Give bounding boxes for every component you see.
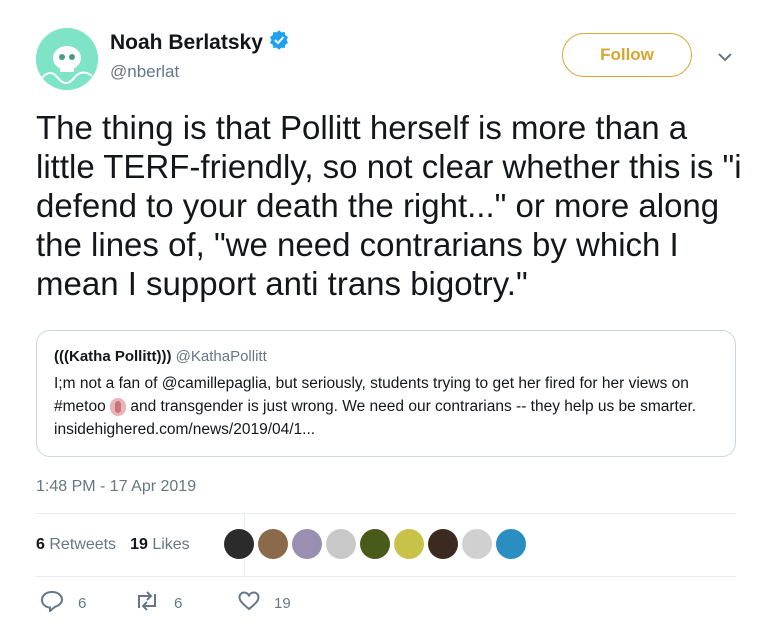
liker-avatar[interactable] (428, 529, 458, 559)
liker-avatar[interactable] (496, 529, 526, 559)
author-avatar[interactable] (36, 28, 98, 90)
liker-avatar[interactable] (292, 529, 322, 559)
reply-count: 6 (78, 594, 87, 612)
heart-icon (238, 591, 274, 615)
tweet-text: The thing is that Pollitt herself is mor… (36, 109, 742, 302)
quoted-tweet-text: I;m not a fan of @camillepaglia, but ser… (54, 372, 719, 441)
liker-avatar[interactable] (462, 529, 492, 559)
liker-avatar[interactable] (394, 529, 424, 559)
likes-count: 19 (130, 536, 148, 553)
quoted-author-name: (((Katha Pollitt))) (54, 348, 172, 365)
quoted-author-handle: @KathaPollitt (175, 348, 267, 365)
likes-label: Likes (152, 536, 190, 553)
likes-stat[interactable]: 19 Likes (130, 536, 190, 554)
follow-button[interactable]: Follow (562, 33, 692, 77)
retweets-count: 6 (36, 536, 45, 553)
divider (36, 576, 736, 577)
retweet-action[interactable]: 6 (134, 591, 238, 615)
chevron-down-icon[interactable] (716, 50, 734, 64)
retweets-stat[interactable]: 6 Retweets (36, 536, 116, 554)
like-count: 19 (274, 594, 291, 612)
author-handle[interactable]: @nberlat (110, 62, 179, 82)
retweet-count: 6 (174, 594, 183, 612)
tweet-stats: 6 Retweets 19 Likes (36, 514, 736, 576)
author-name[interactable]: Noah Berlatsky (110, 30, 289, 56)
reply-action[interactable]: 6 (40, 590, 134, 616)
liker-avatar[interactable] (360, 529, 390, 559)
liker-avatars (224, 529, 526, 559)
tweet-timestamp[interactable]: 1:48 PM - 17 Apr 2019 (36, 478, 196, 496)
like-action[interactable]: 19 (238, 591, 291, 615)
liker-avatar[interactable] (258, 529, 288, 559)
emoji-icon (110, 397, 127, 416)
author-name-text[interactable]: Noah Berlatsky (110, 31, 263, 55)
quoted-tweet[interactable]: (((Katha Pollitt))) @KathaPollitt I;m no… (36, 330, 736, 457)
liker-avatar[interactable] (224, 529, 254, 559)
quoted-tweet-header: (((Katha Pollitt))) @KathaPollitt (54, 347, 719, 367)
quoted-text-part2: and transgender is just wrong. We need o… (54, 398, 697, 438)
verified-badge-icon (269, 30, 289, 56)
tweet-actions: 6 6 19 (36, 590, 291, 616)
retweets-label: Retweets (49, 536, 117, 553)
retweet-icon (134, 591, 174, 615)
reply-icon (40, 590, 78, 616)
liker-avatar[interactable] (326, 529, 356, 559)
